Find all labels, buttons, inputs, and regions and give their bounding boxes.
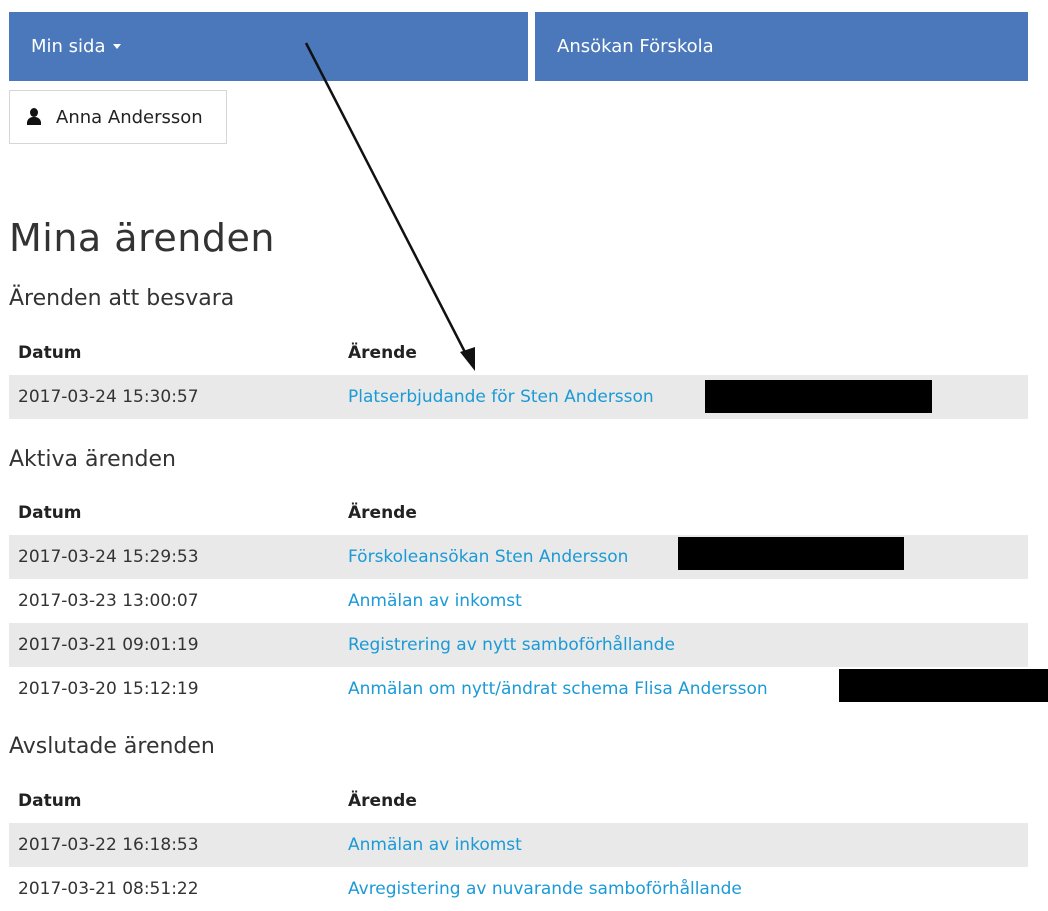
case-link[interactable]: Registrering av nytt samboförhållande bbox=[348, 623, 675, 667]
row-date: 2017-03-24 15:29:53 bbox=[18, 547, 199, 567]
redaction-box bbox=[839, 669, 1048, 702]
case-link[interactable]: Förskoleansökan Sten Andersson bbox=[348, 535, 628, 579]
row-date: 2017-03-21 08:51:22 bbox=[18, 879, 199, 899]
header-date: Datum bbox=[18, 791, 82, 811]
page-title: Mina ärenden bbox=[9, 216, 275, 260]
nav-ansokan-forskola-label: Ansökan Förskola bbox=[557, 36, 714, 57]
nav-min-sida[interactable]: Min sida bbox=[9, 12, 528, 81]
table-row: 2017-03-21 09:01:19 Registrering av nytt… bbox=[9, 623, 1028, 667]
case-link[interactable]: Anmälan av inkomst bbox=[348, 823, 522, 867]
row-date: 2017-03-22 16:18:53 bbox=[18, 835, 199, 855]
header-date: Datum bbox=[18, 503, 82, 523]
case-link[interactable]: Platserbjudande för Sten Andersson bbox=[348, 375, 654, 419]
table-row: 2017-03-22 16:18:53 Anmälan av inkomst bbox=[9, 823, 1028, 867]
header-case: Ärende bbox=[348, 791, 417, 811]
caret-down-icon bbox=[112, 44, 121, 49]
row-date: 2017-03-20 15:12:19 bbox=[18, 679, 199, 699]
table-row: 2017-03-23 13:00:07 Anmälan av inkomst bbox=[9, 579, 1028, 623]
row-date: 2017-03-24 15:30:57 bbox=[18, 387, 199, 407]
section-title-closed: Avslutade ärenden bbox=[9, 734, 215, 759]
user-button[interactable]: Anna Andersson bbox=[9, 90, 227, 144]
case-link[interactable]: Anmälan om nytt/ändrat schema Flisa Ande… bbox=[348, 667, 768, 711]
table-closed: Datum Ärende 2017-03-22 16:18:53 Anmälan… bbox=[9, 779, 1028, 911]
header-date: Datum bbox=[18, 343, 82, 363]
case-link[interactable]: Avregistering av nuvarande samboförhålla… bbox=[348, 867, 742, 911]
row-date: 2017-03-23 13:00:07 bbox=[18, 591, 199, 611]
header-case: Ärende bbox=[348, 503, 417, 523]
case-link[interactable]: Anmälan av inkomst bbox=[348, 579, 522, 623]
table-header: Datum Ärende bbox=[9, 491, 1028, 535]
nav-min-sida-label: Min sida bbox=[31, 36, 106, 57]
redaction-box bbox=[678, 537, 904, 570]
table-header: Datum Ärende bbox=[9, 779, 1028, 823]
nav-ansokan-forskola[interactable]: Ansökan Förskola bbox=[535, 12, 1028, 81]
table-header: Datum Ärende bbox=[9, 331, 1028, 375]
header-case: Ärende bbox=[348, 343, 417, 363]
row-date: 2017-03-21 09:01:19 bbox=[18, 635, 199, 655]
user-name: Anna Andersson bbox=[56, 106, 203, 128]
section-title-active: Aktiva ärenden bbox=[9, 447, 176, 472]
section-title-respond: Ärenden att besvara bbox=[9, 286, 235, 311]
redaction-box bbox=[705, 380, 932, 413]
user-icon bbox=[26, 108, 42, 126]
table-row: 2017-03-21 08:51:22 Avregistering av nuv… bbox=[9, 867, 1028, 911]
